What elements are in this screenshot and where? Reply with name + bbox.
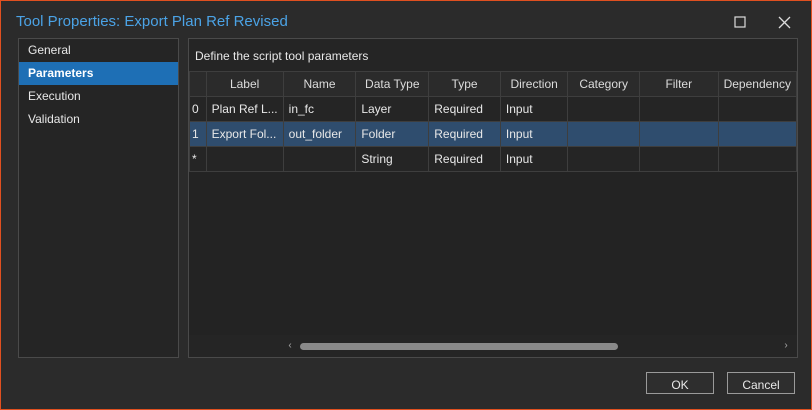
sidebar-item-general[interactable]: General [19, 39, 178, 62]
cell-type[interactable]: Required [428, 96, 501, 122]
cell-dependency[interactable] [717, 121, 797, 147]
parameters-table: Label Name Data Type Type Direction Cate… [189, 71, 797, 172]
sidebar-nav: General Parameters Execution Validation [18, 38, 179, 358]
cell-data-type[interactable]: Folder [355, 121, 430, 147]
table-row-new[interactable]: * String Required Input [189, 146, 797, 172]
cell-category[interactable] [567, 121, 640, 147]
parameters-grid: Label Name Data Type Type Direction Cate… [189, 71, 797, 335]
column-header-direction[interactable]: Direction [499, 71, 569, 97]
cell-dependency[interactable] [717, 146, 797, 172]
cell-label[interactable]: Plan Ref L... [205, 96, 284, 122]
row-index: * [189, 146, 207, 172]
cell-label[interactable] [205, 146, 284, 172]
column-header-label[interactable]: Label [205, 71, 284, 97]
cell-type[interactable]: Required [428, 121, 501, 147]
cell-category[interactable] [567, 146, 640, 172]
scroll-right-icon[interactable]: › [781, 340, 791, 352]
horizontal-scrollbar[interactable]: ‹ › [189, 337, 797, 355]
row-index: 0 [189, 96, 207, 122]
cell-category[interactable] [567, 96, 640, 122]
close-icon [778, 16, 790, 28]
cell-filter[interactable] [639, 96, 719, 122]
table-header-row: Label Name Data Type Type Direction Cate… [189, 71, 797, 97]
cell-data-type[interactable]: Layer [355, 96, 430, 122]
table-row[interactable]: 0 Plan Ref L... in_fc Layer Required Inp… [189, 96, 797, 122]
column-header-filter[interactable]: Filter [639, 71, 719, 97]
maximize-button[interactable] [727, 9, 753, 35]
cell-label[interactable]: Export Fol... [205, 121, 284, 147]
table-row-selected[interactable]: 1 Export Fol... out_folder Folder Requir… [189, 121, 797, 147]
cell-filter[interactable] [639, 146, 719, 172]
title-bar[interactable]: Tool Properties: Export Plan Ref Revised [1, 1, 811, 37]
column-header-type[interactable]: Type [428, 71, 501, 97]
dialog-title: Tool Properties: Export Plan Ref Revised [16, 13, 288, 30]
cell-filter[interactable] [639, 121, 719, 147]
cell-type[interactable]: Required [428, 146, 501, 172]
scrollbar-thumb[interactable] [300, 343, 618, 350]
scroll-left-icon[interactable]: ‹ [285, 340, 295, 352]
column-header-dependency[interactable]: Dependency [717, 71, 797, 97]
cell-direction[interactable]: Input [499, 96, 569, 122]
column-header-index [189, 71, 207, 97]
sidebar-item-parameters[interactable]: Parameters [19, 62, 178, 85]
close-button[interactable] [771, 9, 797, 35]
cell-name[interactable]: out_folder [282, 121, 357, 147]
sidebar-item-validation[interactable]: Validation [19, 108, 178, 131]
parameters-panel: Define the script tool parameters Label … [188, 38, 798, 358]
maximize-icon [734, 16, 746, 28]
cell-direction[interactable]: Input [499, 146, 569, 172]
cell-name[interactable] [282, 146, 357, 172]
cell-dependency[interactable] [717, 96, 797, 122]
cell-direction[interactable]: Input [499, 121, 569, 147]
cancel-button[interactable]: Cancel [727, 372, 795, 394]
column-header-category[interactable]: Category [567, 71, 640, 97]
column-header-name[interactable]: Name [282, 71, 357, 97]
row-index: 1 [189, 121, 207, 147]
column-header-data-type[interactable]: Data Type [355, 71, 430, 97]
ok-button[interactable]: OK [646, 372, 714, 394]
cell-name[interactable]: in_fc [282, 96, 357, 122]
sidebar-item-execution[interactable]: Execution [19, 85, 178, 108]
tool-properties-dialog: Tool Properties: Export Plan Ref Revised… [0, 0, 812, 410]
panel-heading: Define the script tool parameters [195, 49, 369, 63]
cell-data-type[interactable]: String [355, 146, 430, 172]
